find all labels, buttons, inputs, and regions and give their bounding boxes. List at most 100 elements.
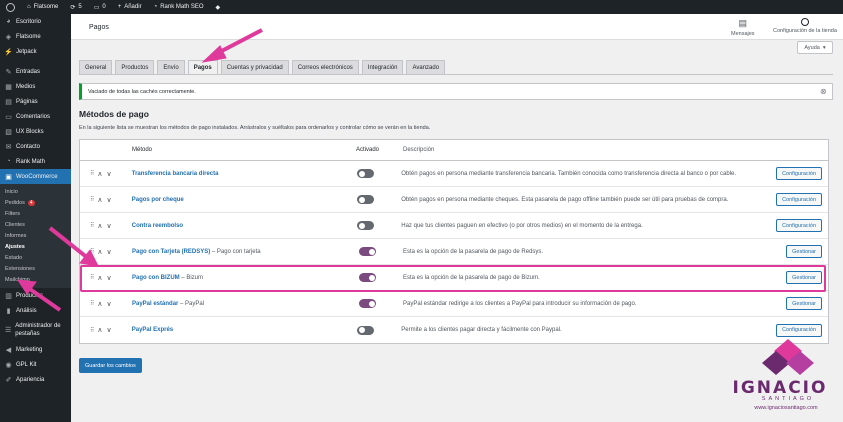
- column-method: Método: [132, 147, 153, 153]
- rank-math-link[interactable]: ◔ Rank Math SEO: [148, 0, 210, 14]
- enabled-toggle[interactable]: [357, 221, 375, 230]
- table-row: ⠿ ∧ ∨ Pagos por cheque Obtén pagos en person…: [80, 187, 828, 213]
- move-down-icon[interactable]: ∨: [107, 248, 112, 256]
- save-changes-button[interactable]: Guardar los cambios: [79, 358, 142, 373]
- sidebar-item-chart[interactable]: ◔ Rank Math: [0, 154, 71, 169]
- move-up-icon[interactable]: ∧: [97, 248, 102, 256]
- move-down-icon[interactable]: ∨: [107, 326, 112, 334]
- dismiss-icon[interactable]: ⊗: [820, 88, 828, 96]
- drag-handle-icon[interactable]: ⠿: [90, 170, 95, 177]
- help-tab[interactable]: Ayuda ▾: [797, 41, 833, 54]
- admin-bar: ⌂ Flatsome ⟳ 5 ▭ 0 + Añadir ◔ Rank Math SEO ◆: [0, 0, 843, 14]
- gateway-action-button[interactable]: Configuración: [776, 167, 822, 180]
- submenu-item-ajustes[interactable]: Ajustes: [0, 241, 71, 252]
- gateway-action-button[interactable]: Gestionar: [786, 297, 822, 310]
- gateway-name-link[interactable]: Transferencia bancaria directa: [132, 171, 219, 177]
- gateway-name-link[interactable]: Contra reembolso: [132, 223, 183, 229]
- table-row: ⠿ ∧ ∨ Contra reembolso Haz que tus clientes …: [80, 213, 828, 239]
- move-up-icon[interactable]: ∧: [97, 326, 102, 334]
- sidebar-item-pages[interactable]: ▤ Páginas: [0, 94, 71, 109]
- updates-link[interactable]: ⟳ 5: [64, 0, 87, 14]
- enabled-toggle[interactable]: [359, 247, 376, 256]
- tab-0[interactable]: General: [79, 60, 113, 74]
- sidebar-item-gpl[interactable]: ◉ GPL Kit: [0, 357, 71, 372]
- enabled-toggle[interactable]: [357, 325, 375, 335]
- move-down-icon[interactable]: ∨: [107, 170, 112, 178]
- gateway-description: Obtén pagos en persona mediante cheques.…: [401, 196, 729, 203]
- move-up-icon[interactable]: ∧: [97, 222, 102, 230]
- sidebar-item-media[interactable]: ▦ Medios: [0, 79, 71, 94]
- move-down-icon[interactable]: ∨: [107, 222, 112, 230]
- gateway-subtitle: – PayPal: [178, 300, 205, 307]
- sidebar-item-comments[interactable]: ▭ Comentarios: [0, 109, 71, 124]
- gateway-name-link[interactable]: Pago con Tarjeta (REDSYS): [132, 249, 210, 255]
- tab-5[interactable]: Correos electrónicos: [291, 60, 359, 74]
- diamond-icon: ◆: [215, 4, 221, 11]
- sidebar-item-brush[interactable]: ✐ Apariencia: [0, 372, 71, 387]
- plus-icon: +: [117, 4, 122, 10]
- diamond-link[interactable]: ◆: [210, 0, 227, 14]
- site-name-link[interactable]: ⌂ Flatsome: [21, 0, 64, 14]
- sidebar-item-pin[interactable]: ✎ Entradas: [0, 64, 71, 79]
- submenu-item-clientes[interactable]: Clientes: [0, 219, 71, 230]
- blocks-icon: ▧: [5, 128, 12, 136]
- new-content-link[interactable]: + Añadir: [112, 0, 148, 14]
- submenu-item-informes[interactable]: Informes: [0, 230, 71, 241]
- submenu-item-inicio[interactable]: Inicio: [0, 186, 71, 197]
- brush-icon: ✐: [5, 376, 12, 384]
- tab-7[interactable]: Avanzado: [406, 60, 446, 74]
- submenu-item-mailchimp[interactable]: Mailchimp: [0, 274, 71, 285]
- gateway-action-button[interactable]: Configuración: [776, 323, 822, 337]
- move-down-icon[interactable]: ∨: [107, 300, 112, 308]
- settings-tabs: General Productos Envío Pagos Cuentas y priv…: [79, 60, 446, 74]
- tab-4[interactable]: Cuentas y privacidad: [220, 60, 289, 74]
- submenu-item-pedidos[interactable]: Pedidos 4: [0, 197, 71, 208]
- move-up-icon[interactable]: ∧: [97, 196, 102, 204]
- enabled-toggle[interactable]: [357, 195, 375, 204]
- sidebar-item-mail[interactable]: ✉ Contacto: [0, 139, 71, 154]
- sidebar-item-dashboard[interactable]: ◕ Escritorio: [0, 14, 71, 29]
- store-config-button[interactable]: Configuración de la tienda: [773, 18, 837, 34]
- comments-link[interactable]: ▭ 0: [88, 0, 112, 14]
- enabled-toggle[interactable]: [357, 169, 375, 178]
- comments-icon: ▭: [5, 113, 12, 121]
- drag-handle-icon[interactable]: ⠿: [90, 222, 95, 229]
- tab-1[interactable]: Productos: [115, 60, 155, 74]
- drag-handle-icon[interactable]: ⠿: [90, 196, 95, 203]
- wordpress-logo-button[interactable]: [0, 0, 21, 14]
- move-up-icon[interactable]: ∧: [97, 170, 102, 178]
- products-icon: ▥: [5, 292, 12, 300]
- sidebar-item-blocks[interactable]: ▧ UX Blocks: [0, 124, 71, 139]
- gateway-action-button[interactable]: Gestionar: [786, 245, 822, 258]
- sidebar-item-jetpack[interactable]: ⚡ Jetpack: [0, 44, 71, 59]
- sidebar-item-megaphone[interactable]: ◀ Marketing: [0, 342, 71, 357]
- submenu-item-estado[interactable]: Estado: [0, 252, 71, 263]
- table-row: ⠿ ∧ ∨ Pago con Tarjeta (REDSYS) – Pago con …: [80, 239, 828, 265]
- submenu-item-extensiones[interactable]: Extensiones: [0, 263, 71, 274]
- tab-2[interactable]: Envío: [157, 60, 185, 74]
- drag-handle-icon[interactable]: ⠿: [90, 248, 95, 255]
- gateway-name-link[interactable]: PayPal Exprés: [132, 327, 173, 333]
- gateway-name-link[interactable]: PayPal estándar: [132, 301, 178, 307]
- section-description: En la siguiente lista se muestran los mé…: [79, 125, 431, 131]
- messages-button[interactable]: ▤ Mensajes: [731, 18, 755, 37]
- tab-3[interactable]: Pagos: [187, 60, 218, 74]
- drag-handle-icon[interactable]: ⠿: [90, 300, 95, 307]
- drag-handle-icon[interactable]: ⠿: [90, 327, 95, 334]
- sidebar-item-tabs[interactable]: ☰ Administrador de pestañas: [0, 318, 71, 342]
- move-up-icon[interactable]: ∧: [97, 300, 102, 308]
- submenu-item-filters[interactable]: Filters: [0, 208, 71, 219]
- tab-6[interactable]: Integración: [361, 60, 404, 74]
- brand-name: IGNACIO: [732, 378, 828, 398]
- sidebar-item-analytics[interactable]: ▮ Análisis: [0, 303, 71, 318]
- sidebar-item-products[interactable]: ▥ Productos: [0, 288, 71, 303]
- sidebar-item-woocommerce[interactable]: ▣ WooCommerce: [0, 169, 71, 184]
- enabled-toggle[interactable]: [359, 299, 376, 308]
- gateway-action-button[interactable]: Configuración: [776, 193, 822, 206]
- admin-sidebar: ◕ Escritorio ◈ Flatsome ⚡ Jetpack ✎ Entradas ▦ M…: [0, 14, 71, 422]
- gateway-action-button[interactable]: Configuración: [776, 219, 822, 232]
- payment-gateways-table: Método Activado Descripción ⠿ ∧ ∨ Transfere…: [79, 139, 829, 344]
- gateway-name-link[interactable]: Pagos por cheque: [132, 197, 184, 203]
- move-down-icon[interactable]: ∨: [107, 196, 112, 204]
- sidebar-item-flatsome[interactable]: ◈ Flatsome: [0, 29, 71, 44]
